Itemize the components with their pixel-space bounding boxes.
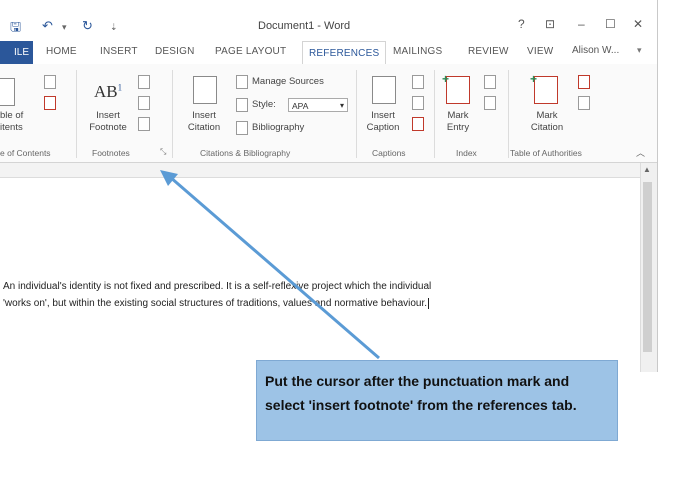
arrow-line xyxy=(169,175,380,360)
arrow-head xyxy=(160,170,178,186)
instruction-callout: Put the cursor after the punctuation mar… xyxy=(256,360,618,441)
